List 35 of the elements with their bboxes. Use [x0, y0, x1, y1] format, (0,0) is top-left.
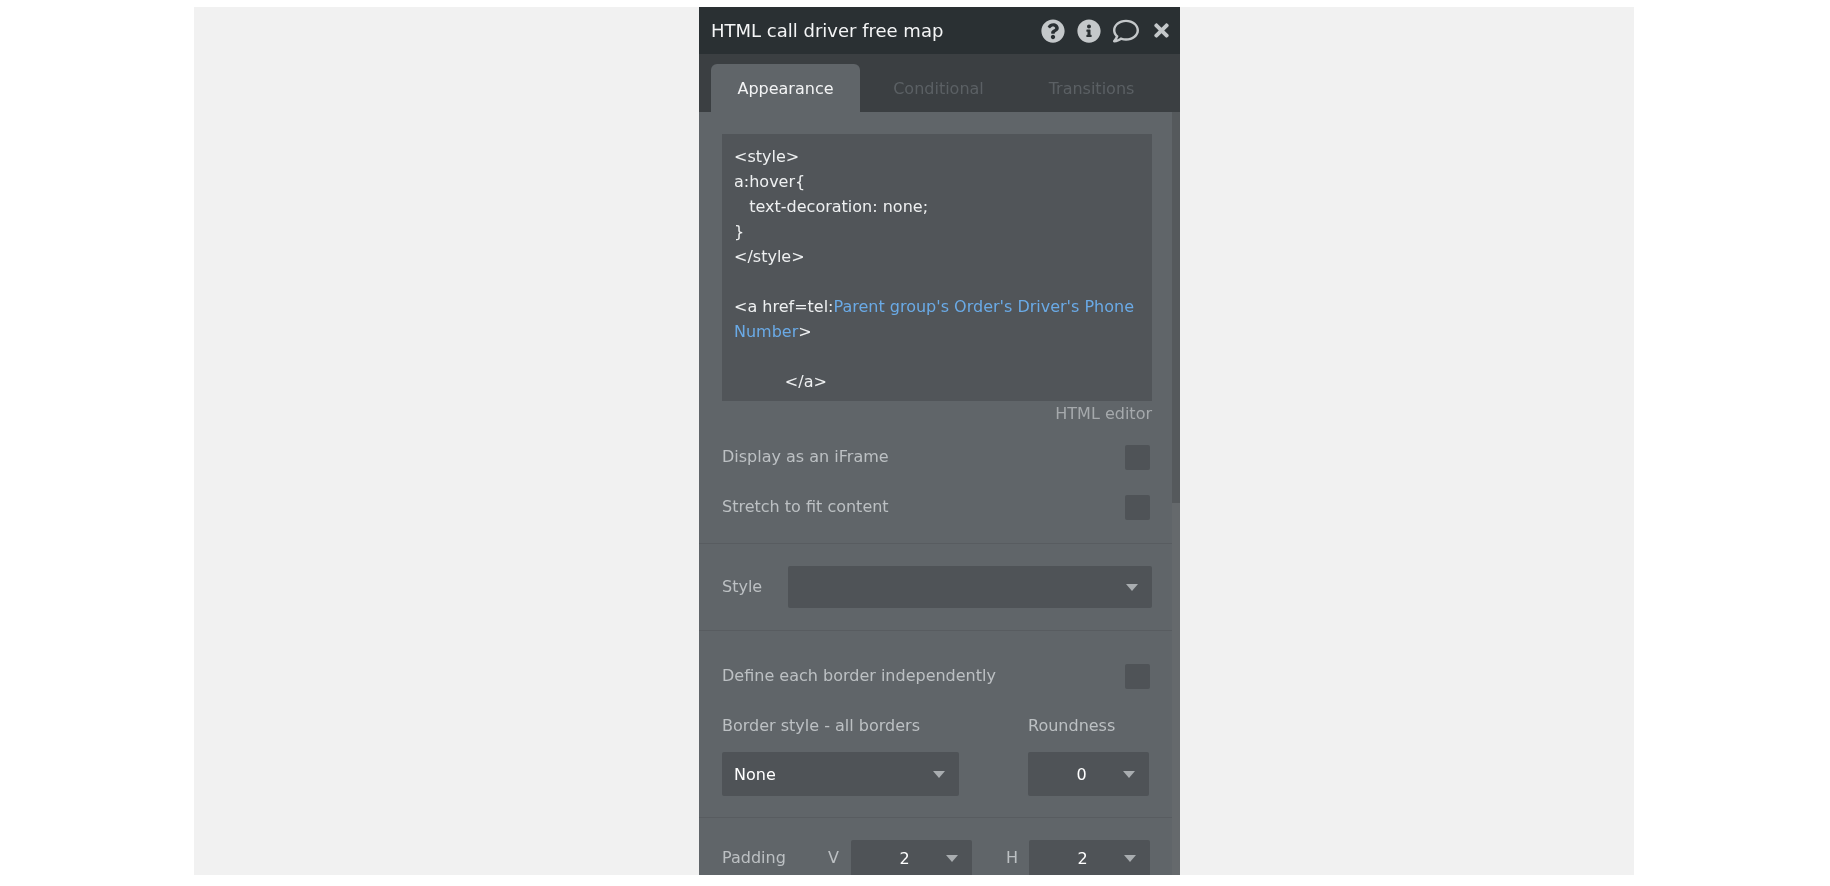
html-code-editor[interactable]: <style> a:hover{ text-decoration: none; } </style> <a href=tel:Parent group's Order's Driver's Phone Number> </a>	[722, 134, 1152, 401]
style-dropdown[interactable]	[788, 566, 1152, 608]
code-line: }	[734, 221, 746, 243]
border-style-label: Border style - all borders	[722, 715, 921, 737]
padding-dropdown[interactable]: 2	[1029, 840, 1150, 875]
caret-icon	[933, 770, 945, 778]
axis-label: V	[828, 847, 840, 869]
caret-icon	[1123, 770, 1135, 778]
padding-dropdown[interactable]: 2	[851, 840, 972, 875]
roundness-label: Roundness	[1028, 715, 1117, 737]
padding-label: Padding	[722, 847, 787, 869]
code-line: <a href=tel:Parent group's Order's Driver's Phone Number>	[734, 296, 1135, 343]
panel-title: HTML call driver free map	[711, 20, 944, 41]
help-icon[interactable]	[1041, 18, 1065, 43]
option-label: Stretch to fit content	[722, 496, 889, 518]
border-style-dropdown[interactable]: None	[722, 752, 959, 796]
option-label: Define each border independently	[722, 665, 996, 687]
info-icon[interactable]	[1077, 18, 1101, 43]
caret-icon	[1126, 583, 1138, 591]
scrollbar-thumb[interactable]	[1172, 112, 1180, 503]
caret-icon	[946, 854, 958, 862]
caret-icon	[1124, 854, 1136, 862]
speech-bubble-icon[interactable]	[1113, 17, 1139, 44]
tab[interactable]: Appearance	[711, 64, 860, 112]
close-icon[interactable]	[1151, 20, 1172, 41]
code-line: <style>	[734, 146, 801, 168]
roundness-dropdown[interactable]: 0	[1028, 752, 1149, 796]
scrollbar-track[interactable]	[1172, 112, 1180, 875]
code-line: </style>	[734, 246, 806, 268]
code-line: </a>	[783, 371, 828, 393]
code-line: a:hover{	[734, 171, 807, 193]
option-label: Display as an iFrame	[722, 446, 889, 468]
code-line: text-decoration: none;	[748, 196, 929, 218]
style-label: Style	[722, 576, 764, 598]
axis-label: H	[1006, 847, 1020, 869]
